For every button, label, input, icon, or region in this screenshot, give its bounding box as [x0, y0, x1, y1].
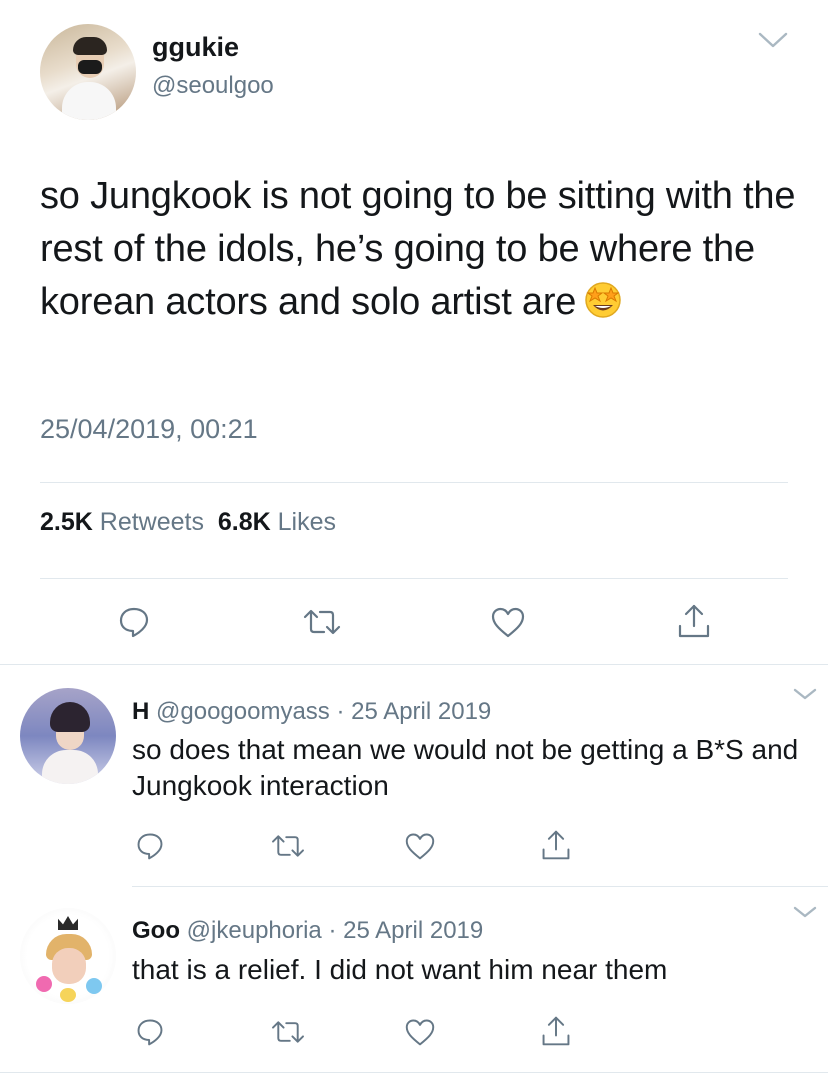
divider [132, 886, 828, 887]
reply-button[interactable] [132, 1014, 168, 1050]
share-button[interactable] [538, 1012, 574, 1050]
reply-avatar[interactable] [20, 908, 116, 1004]
share-icon [542, 830, 570, 860]
chevron-down-icon[interactable] [792, 904, 818, 920]
tweet-text: so Jungkook is not going to be sitting w… [40, 170, 800, 329]
retweet-icon [303, 609, 341, 635]
share-icon [678, 604, 710, 638]
reply-text: that is a relief. I did not want him nea… [132, 954, 668, 985]
retweets-label: Retweets [99, 508, 204, 536]
like-button[interactable] [488, 602, 528, 642]
reply-header: H @googoomyass · 25 April 2019 [132, 698, 491, 726]
retweet-icon [272, 1021, 304, 1043]
heart-icon [491, 607, 525, 638]
retweets-stat[interactable]: 2.5K Retweets [40, 508, 204, 536]
divider [40, 482, 788, 483]
reply-author-handle[interactable]: @jkeuphoria [187, 917, 322, 944]
avatar-mask [78, 60, 102, 74]
reply-author-name[interactable]: Goo [132, 917, 180, 944]
share-button[interactable] [538, 826, 574, 864]
reply-text: so does that mean we would not be gettin… [132, 734, 799, 801]
share-icon [542, 1016, 570, 1046]
reply-icon [137, 1019, 163, 1046]
retweet-button[interactable] [268, 1014, 308, 1050]
heart-icon [405, 1019, 435, 1046]
heart-icon [405, 833, 435, 860]
retweets-count: 2.5K [40, 508, 93, 536]
reply-icon [137, 833, 163, 860]
tweet-stats: 2.5K Retweets 6.8K Likes [40, 508, 336, 537]
retweet-button[interactable] [268, 828, 308, 864]
avatar-hair [73, 37, 107, 55]
avatar-hair [50, 702, 90, 732]
reply-header: Goo @jkeuphoria · 25 April 2019 [132, 917, 483, 945]
avatar-crown [58, 916, 78, 930]
reply-author-handle[interactable]: @googoomyass [156, 698, 330, 725]
chevron-down-icon[interactable] [792, 686, 818, 702]
reply-separator: · [328, 917, 337, 944]
retweet-button[interactable] [300, 602, 344, 642]
reply-author-name[interactable]: H [132, 698, 149, 725]
divider [0, 664, 828, 665]
author-name[interactable]: ggukie [152, 32, 239, 63]
retweet-icon [272, 835, 304, 857]
likes-count: 6.8K [217, 508, 271, 536]
avatar-face [52, 948, 86, 984]
avatar-flower [60, 988, 76, 1002]
likes-label: Likes [277, 508, 337, 536]
star-struck-emoji [582, 278, 624, 320]
like-button[interactable] [402, 828, 438, 864]
like-button[interactable] [402, 1014, 438, 1050]
tweet-timestamp[interactable]: 25/04/2019, 00:21 [40, 414, 258, 445]
reply-button[interactable] [114, 602, 154, 642]
author-handle[interactable]: @seoulgoo [152, 72, 274, 100]
avatar-flower [36, 976, 52, 992]
tweet-text-body: so Jungkook is not going to be sitting w… [40, 175, 796, 323]
divider [40, 578, 788, 579]
divider [0, 1072, 828, 1073]
reply-icon [119, 607, 149, 638]
reply-date[interactable]: 25 April 2019 [351, 698, 491, 725]
avatar[interactable] [40, 24, 136, 120]
reply-date[interactable]: 25 April 2019 [343, 917, 483, 944]
avatar-shirt [62, 82, 116, 120]
avatar-flower [86, 978, 102, 994]
reply-button[interactable] [132, 828, 168, 864]
reply-separator: · [336, 698, 345, 725]
share-button[interactable] [674, 600, 714, 642]
likes-stat[interactable]: 6.8K Likes [218, 508, 336, 536]
chevron-down-icon[interactable] [756, 28, 790, 52]
reply-avatar[interactable] [20, 688, 116, 784]
avatar-body [42, 750, 98, 784]
